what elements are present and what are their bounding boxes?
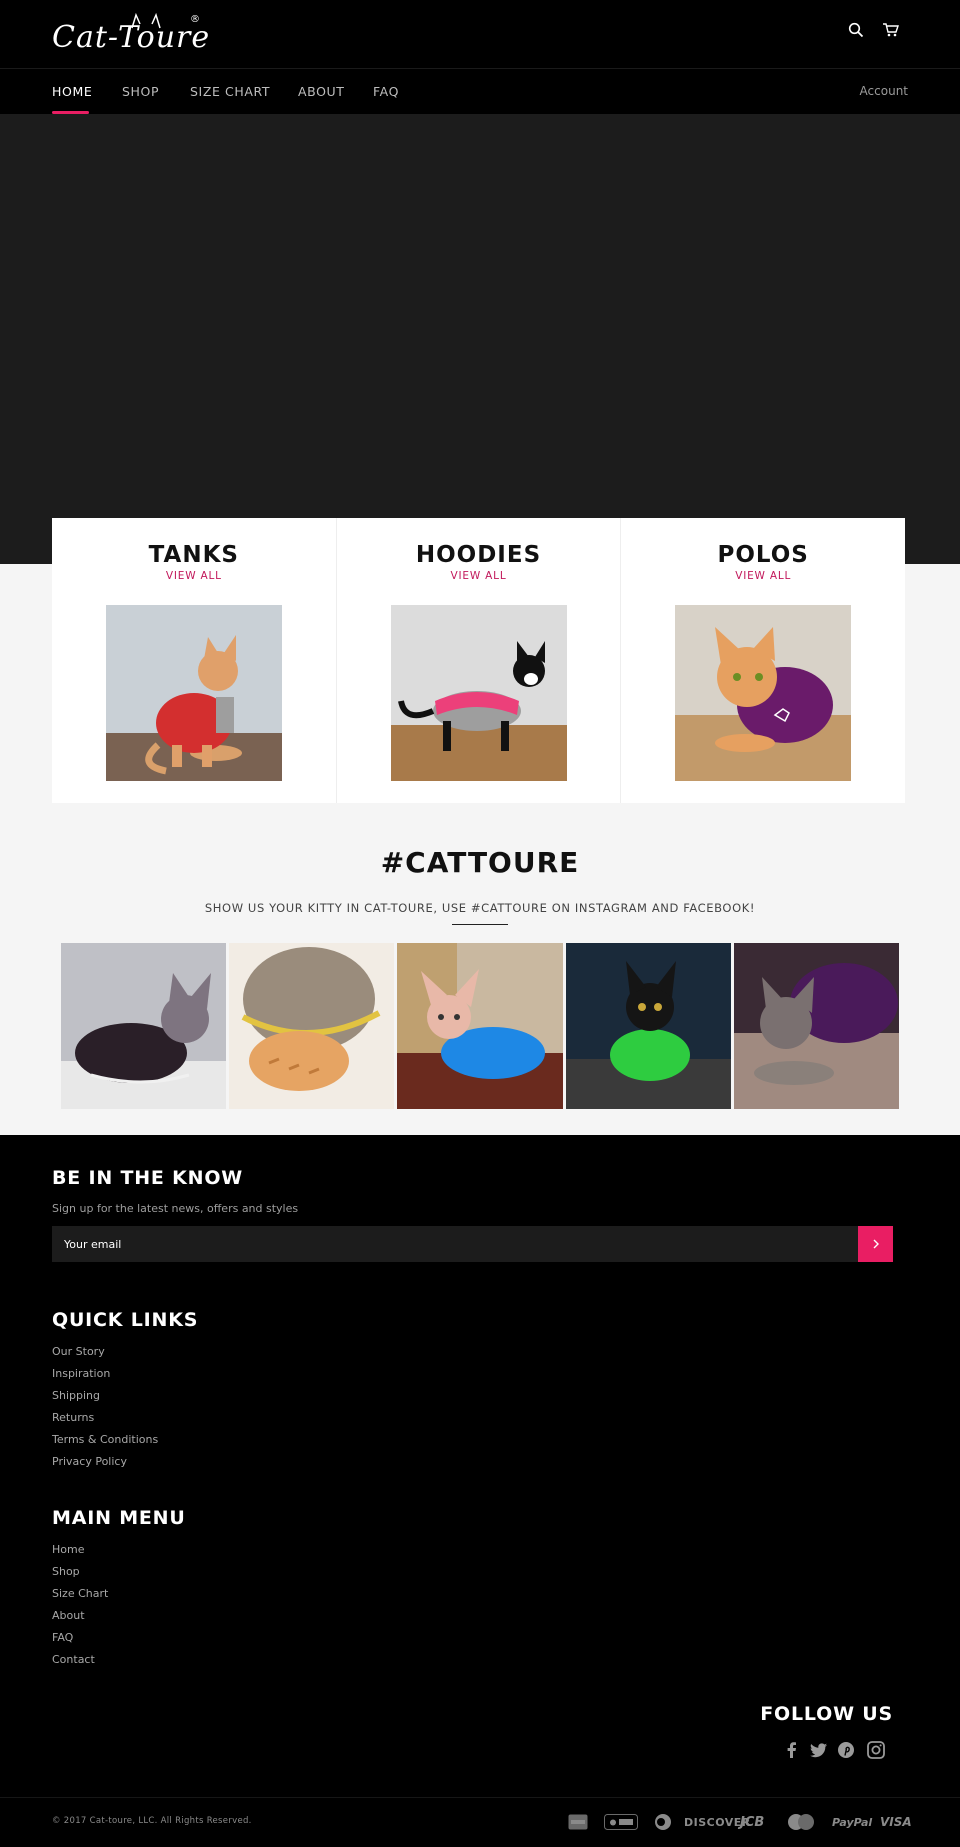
cart-icon[interactable] (882, 22, 902, 42)
paypal-icon: PayPal (832, 1815, 873, 1829)
jcb-icon: JCB (740, 1814, 765, 1830)
instagram-photo[interactable] (229, 943, 395, 1109)
nav-size-chart[interactable]: SIZE CHART (190, 84, 270, 99)
footer-link-shipping[interactable]: Shipping (52, 1389, 100, 1402)
category-title: TANKS (148, 542, 239, 568)
view-all-link[interactable]: VIEW ALL (621, 570, 905, 582)
instagram-photo[interactable] (565, 943, 731, 1109)
footer-link-shop[interactable]: Shop (52, 1565, 80, 1578)
category-card-hoodies[interactable]: HOODIES VIEW ALL (337, 518, 622, 803)
footer-link-our-story[interactable]: Our Story (52, 1345, 105, 1358)
pinterest-icon[interactable] (836, 1740, 856, 1760)
logo-wordmark: Cat-Toure (52, 20, 211, 55)
mastercard-icon (786, 1813, 816, 1831)
footer-link-returns[interactable]: Returns (52, 1411, 94, 1424)
footer-divider (0, 1797, 960, 1798)
nav-shop[interactable]: SHOP (122, 84, 159, 99)
nav-about[interactable]: ABOUT (298, 84, 345, 99)
footer-link-home[interactable]: Home (52, 1543, 84, 1556)
diners-club-icon (654, 1813, 672, 1831)
site-header: Cat-Toure ® (0, 0, 960, 68)
email-input[interactable] (52, 1226, 858, 1262)
twitter-icon[interactable] (809, 1740, 829, 1760)
footer-link-size-chart[interactable]: Size Chart (52, 1587, 108, 1600)
tank-cat-photo[interactable] (106, 605, 282, 781)
polo-cat-photo[interactable] (675, 605, 852, 781)
instagram-photo[interactable] (733, 943, 900, 1109)
view-all-link[interactable]: VIEW ALL (337, 570, 621, 582)
category-card-tanks[interactable]: TANKS VIEW ALL (52, 518, 337, 803)
amex-icon (568, 1813, 588, 1831)
registered-mark: ® (190, 14, 200, 25)
hoodie-cat-photo[interactable] (390, 605, 567, 781)
facebook-icon[interactable] (782, 1740, 802, 1760)
search-icon[interactable] (848, 22, 868, 42)
nav-faq[interactable]: FAQ (373, 84, 399, 99)
footer-link-inspiration[interactable]: Inspiration (52, 1367, 110, 1380)
footer-link-terms[interactable]: Terms & Conditions (52, 1433, 158, 1446)
footer-link-faq[interactable]: FAQ (52, 1631, 73, 1644)
main-nav: HOME SHOP SIZE CHART ABOUT FAQ Account (0, 68, 960, 114)
category-card-polos[interactable]: POLOS VIEW ALL (621, 518, 905, 803)
quick-links-title: QUICK LINKS (52, 1309, 199, 1331)
nav-home[interactable]: HOME (52, 84, 92, 99)
newsletter-title: BE IN THE KNOW (52, 1167, 244, 1189)
account-link[interactable]: Account (860, 84, 908, 98)
view-all-link[interactable]: VIEW ALL (52, 570, 336, 582)
chevron-right-icon (873, 1239, 879, 1249)
instagram-icon[interactable] (866, 1740, 886, 1760)
footer-link-contact[interactable]: Contact (52, 1653, 95, 1666)
category-title: POLOS (717, 542, 809, 568)
apple-pay-icon (604, 1813, 638, 1831)
category-title: HOODIES (415, 542, 542, 568)
main-menu-title: MAIN MENU (52, 1507, 186, 1529)
instagram-photo[interactable] (397, 943, 563, 1109)
hero-banner (0, 114, 960, 564)
instagram-subtitle: SHOW US YOUR KITTY IN CAT-TOURE, USE #CA… (204, 901, 756, 915)
site-logo[interactable]: Cat-Toure ® (52, 12, 212, 56)
newsletter-text: Sign up for the latest news, offers and … (52, 1202, 299, 1215)
instagram-title: #CATTOURE (380, 846, 580, 879)
divider (452, 924, 508, 925)
copyright: © 2017 Cat-toure, LLC. All Rights Reserv… (52, 1816, 252, 1826)
category-cards: TANKS VIEW ALL HOODIES VIEW ALL POLOS VI… (52, 518, 905, 803)
visa-icon: VISA (880, 1815, 912, 1829)
follow-us-title: FOLLOW US (760, 1703, 893, 1725)
footer-link-about[interactable]: About (52, 1609, 85, 1622)
instagram-grid (61, 943, 900, 1109)
subscribe-button[interactable] (858, 1226, 893, 1262)
instagram-photo[interactable] (61, 943, 227, 1109)
footer-link-privacy[interactable]: Privacy Policy (52, 1455, 127, 1468)
